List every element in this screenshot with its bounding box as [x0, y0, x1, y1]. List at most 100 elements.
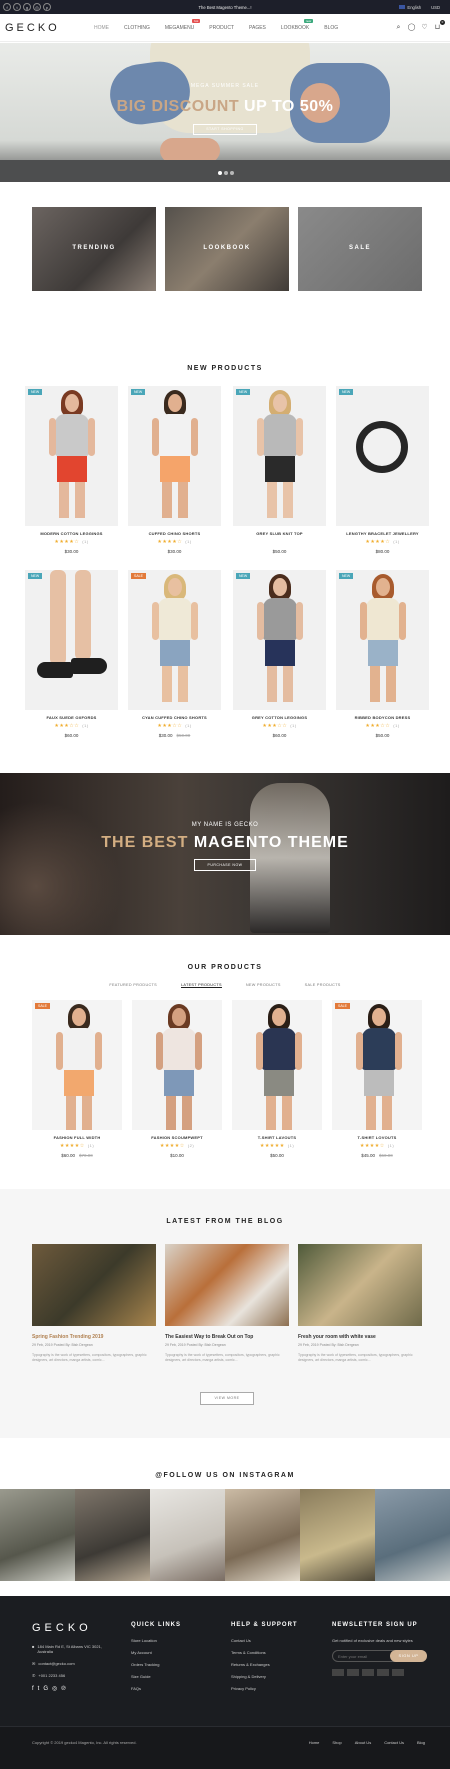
product-image[interactable]: SALE — [128, 570, 221, 710]
product-card[interactable]: SALE T-SHIRT LOVOUTS ★★★★☆ (1) $45.00 $60.00 — [332, 1000, 422, 1158]
footer-logo[interactable]: GECKO — [32, 1622, 92, 1634]
product-card[interactable]: FASHION SCOUMPWEPT ★★★★☆ (2) $10.00 — [132, 1000, 222, 1158]
product-name[interactable]: GREY SLUB KNIT TOP — [233, 531, 326, 536]
blog-post[interactable]: The Easiest Way to Break Out on Top 29 F… — [165, 1244, 289, 1363]
product-name[interactable]: RIBBED BODYCON DRESS — [336, 715, 429, 720]
product-name[interactable]: FAUX SUEDE OXFORDS — [25, 715, 118, 720]
category-trending[interactable]: TRENDING — [32, 207, 156, 291]
blog-post-title[interactable]: Spring Fashion Trending 2019 — [32, 1334, 156, 1340]
product-name[interactable]: CUFFED CHINO SHORTS — [128, 531, 221, 536]
google-plus-icon[interactable]: g — [23, 3, 31, 11]
product-card[interactable]: NEW CUFFED CHINO SHORTS ★★★★☆ (1) $30.00 — [128, 386, 221, 554]
instagram-icon[interactable]: ◎ — [52, 1686, 61, 1692]
product-name[interactable]: MODERN COTTON LEGGINGS — [25, 531, 118, 536]
view-more-button[interactable]: VIEW MORE — [200, 1392, 254, 1405]
product-image[interactable] — [232, 1000, 322, 1130]
product-card[interactable]: NEW FAUX SUEDE OXFORDS ★★★☆☆ (1) $60.00 — [25, 570, 118, 738]
product-card[interactable]: NEW MODERN COTTON LEGGINGS ★★★★☆ (1) $30.00 — [25, 386, 118, 554]
bottom-link[interactable]: Shop — [332, 1740, 341, 1745]
blog-post[interactable]: Spring Fashion Trending 2019 29 Feb, 201… — [32, 1244, 156, 1363]
footer-link[interactable]: Store Location — [131, 1638, 181, 1643]
slider-dot[interactable] — [224, 171, 228, 175]
product-card[interactable]: NEW GREY SLUB KNIT TOP $50.00 — [233, 386, 326, 554]
product-image[interactable]: NEW — [128, 386, 221, 526]
product-name[interactable]: FASHION FULL WIDTH — [32, 1135, 122, 1140]
bottom-link[interactable]: About Us — [355, 1740, 371, 1745]
instagram-photo[interactable] — [225, 1489, 300, 1581]
product-card[interactable]: SALE FASHION FULL WIDTH ★★★★☆ (1) $60.00 $70.… — [32, 1000, 122, 1158]
user-icon[interactable]: ◯ — [407, 23, 416, 32]
sign-up-button[interactable]: SIGN UP — [390, 1650, 427, 1662]
nav-product[interactable]: PRODUCT — [209, 25, 234, 31]
instagram-photo[interactable] — [150, 1489, 225, 1581]
bottom-link[interactable]: Blog — [417, 1740, 425, 1745]
heart-icon[interactable]: ♡ — [420, 23, 429, 32]
product-card[interactable]: SALE CYAN CUFFED CHINO SHORTS ★★★☆☆ (1) $30.… — [128, 570, 221, 738]
pinterest-icon[interactable]: ℗ — [61, 1686, 69, 1692]
product-card[interactable]: NEW GREY COTTON LEGGINGS ★★★☆☆ (1) $60.00 — [233, 570, 326, 738]
footer-link[interactable]: Contact Us — [231, 1638, 298, 1643]
product-name[interactable]: T-SHIRT LAVOUTS — [232, 1135, 322, 1140]
tab-sale[interactable]: SALE PRODUCTS — [305, 983, 341, 988]
instagram-icon[interactable]: ◎ — [33, 3, 41, 11]
product-name[interactable]: FASHION SCOUMPWEPT — [132, 1135, 222, 1140]
currency-select[interactable]: USD — [431, 5, 440, 10]
pinterest-icon[interactable]: p — [43, 3, 51, 11]
start-shopping-button[interactable]: START SHOPPING — [193, 124, 257, 135]
twitter-icon[interactable]: t — [13, 3, 21, 11]
blog-image[interactable] — [32, 1244, 156, 1326]
google-plus-icon[interactable]: G — [43, 1686, 52, 1692]
tab-new[interactable]: NEW PRODUCTS — [246, 983, 281, 988]
product-card[interactable]: NEW RIBBED BODYCON DRESS ★★★☆☆ (1) $50.00 — [336, 570, 429, 738]
blog-image[interactable] — [298, 1244, 422, 1326]
footer-link[interactable]: Shipping & Delivery — [231, 1674, 298, 1679]
footer-link[interactable]: Size Guide — [131, 1674, 181, 1679]
nav-clothing[interactable]: CLOTHING — [124, 25, 150, 31]
footer-link[interactable]: Returns & Exchanges — [231, 1662, 298, 1667]
nav-megamenu[interactable]: MEGAMENU hot — [165, 19, 201, 31]
site-logo[interactable]: GECKO — [5, 22, 60, 34]
nav-home[interactable]: HOME — [94, 25, 109, 31]
footer-link[interactable]: FAQs — [131, 1686, 181, 1691]
bottom-link[interactable]: Home — [309, 1740, 320, 1745]
blog-post-title[interactable]: Fresh your room with white vase — [298, 1334, 422, 1340]
product-image[interactable]: NEW — [233, 570, 326, 710]
tab-featured[interactable]: FEATURED PRODUCTS — [109, 983, 157, 988]
blog-image[interactable] — [165, 1244, 289, 1326]
email-text[interactable]: ✉ contact@gecko.com — [32, 1661, 112, 1666]
blog-post[interactable]: Fresh your room with white vase 29 Feb, … — [298, 1244, 422, 1363]
category-lookbook[interactable]: LOOKBOOK — [165, 207, 289, 291]
nav-lookbook[interactable]: LOOKBOOK new — [281, 19, 314, 31]
product-card[interactable]: T-SHIRT LAVOUTS ★★★★★ (1) $50.00 — [232, 1000, 322, 1158]
product-image[interactable]: NEW — [25, 570, 118, 710]
product-image[interactable]: NEW — [336, 570, 429, 710]
product-image[interactable]: NEW — [336, 386, 429, 526]
footer-link[interactable]: My Account — [131, 1650, 181, 1655]
slider-dot[interactable] — [218, 171, 222, 175]
footer-link[interactable]: Orders Tracking — [131, 1662, 181, 1667]
cart-icon[interactable]: ⊔ 0 — [433, 20, 445, 32]
category-sale[interactable]: SALE — [298, 207, 422, 291]
product-name[interactable]: CYAN CUFFED CHINO SHORTS — [128, 715, 221, 720]
nav-pages[interactable]: PAGES — [249, 25, 266, 31]
facebook-icon[interactable]: f — [3, 3, 11, 11]
instagram-photo[interactable] — [300, 1489, 375, 1581]
footer-link[interactable]: Privacy Policy — [231, 1686, 298, 1691]
blog-post-title[interactable]: The Easiest Way to Break Out on Top — [165, 1334, 289, 1340]
search-icon[interactable]: ⌕ — [394, 23, 403, 32]
product-image[interactable]: SALE — [332, 1000, 422, 1130]
slider-dot[interactable] — [230, 171, 234, 175]
product-image[interactable]: NEW — [233, 386, 326, 526]
product-image[interactable]: NEW — [25, 386, 118, 526]
product-image[interactable]: SALE — [32, 1000, 122, 1130]
footer-link[interactable]: Terms & Conditions — [231, 1650, 298, 1655]
product-image[interactable] — [132, 1000, 222, 1130]
bottom-link[interactable]: Contact Us — [384, 1740, 404, 1745]
tab-latest[interactable]: LATEST PRODUCTS — [180, 983, 222, 988]
instagram-photo[interactable] — [375, 1489, 450, 1581]
instagram-photo[interactable] — [75, 1489, 150, 1581]
product-name[interactable]: GREY COTTON LEGGINGS — [233, 715, 326, 720]
purchase-now-button[interactable]: PURCHASE NOW — [194, 859, 256, 871]
instagram-photo[interactable] — [0, 1489, 75, 1581]
language-select[interactable]: English — [407, 5, 421, 10]
